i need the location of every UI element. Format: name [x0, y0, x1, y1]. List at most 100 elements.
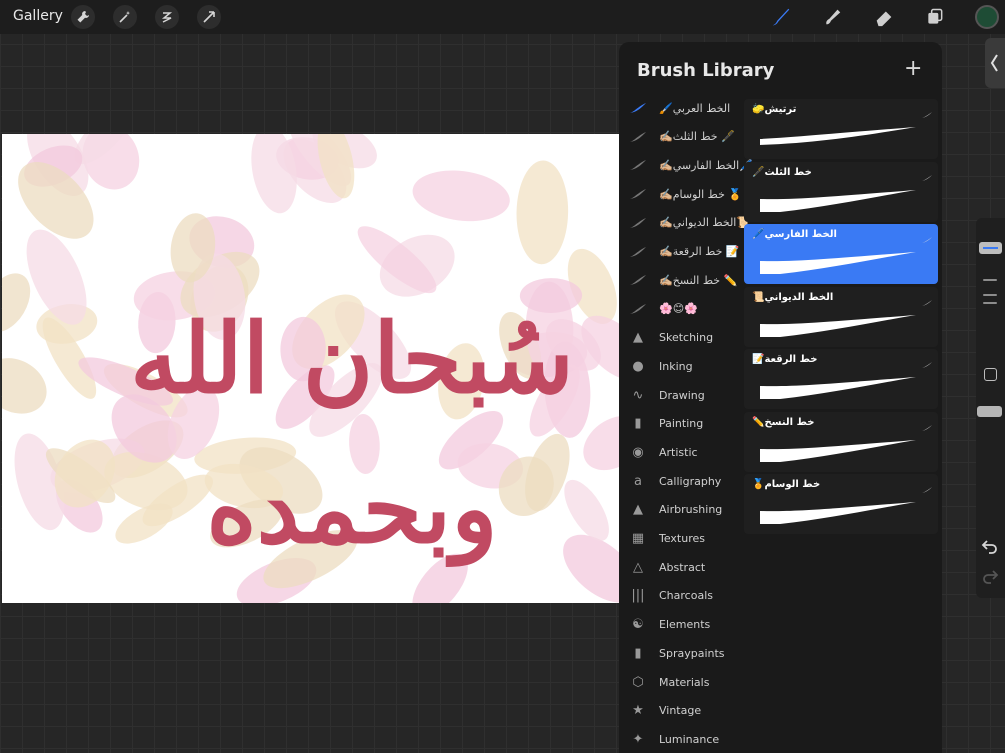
category-label: Luminance [659, 732, 720, 746]
modify-button[interactable] [984, 368, 997, 381]
add-brush-button[interactable]: + [904, 58, 922, 80]
brush-category-item[interactable]: ✦ Luminance [629, 728, 745, 750]
brush-category-item[interactable]: ● Inking [629, 355, 745, 377]
brush-category-item[interactable]: ✍🏼خط الوسام 🏅 [629, 183, 745, 205]
brush-size-indicator [983, 247, 998, 249]
magic-wand-icon[interactable] [113, 5, 137, 29]
brush-stroke-preview [758, 494, 918, 528]
brush-name: 🖋️خط الثلث [752, 166, 812, 178]
brush-stroke-preview [758, 432, 918, 466]
category-icon [629, 128, 647, 146]
brush-name: 📝خط الرقعة [752, 354, 818, 365]
category-icon: a [634, 473, 642, 489]
brush-stroke-preview [758, 307, 918, 341]
brush-category-item[interactable]: ✍🏼خط الثلث 🖋️ [629, 126, 745, 148]
category-icon: △ [633, 559, 643, 575]
gallery-button[interactable]: Gallery [13, 8, 63, 24]
category-label: Artistic [659, 445, 698, 459]
brush-category-item[interactable]: ∿ Drawing [629, 384, 745, 406]
category-label: Textures [659, 532, 705, 545]
category-icon: ◉ [632, 444, 644, 460]
brush-category-item[interactable]: ✍🏼الخط الفارسي🖊️ [629, 154, 753, 176]
category-icon [629, 271, 647, 289]
brush-stroke-preview [758, 369, 918, 403]
brush-item[interactable]: 🏅خط الوسام [744, 474, 938, 534]
brush-small-icon [922, 291, 932, 310]
brush-small-icon [922, 166, 932, 185]
category-label: Sketching [659, 331, 714, 345]
category-icon: ▦ [631, 531, 645, 546]
category-label: Elements [659, 618, 711, 632]
category-label: Inking [659, 359, 693, 373]
undo-icon[interactable] [981, 538, 999, 558]
category-icon: ▲ [633, 502, 643, 518]
selection-icon[interactable] [155, 5, 179, 29]
category-label: ✍🏼الخط الديواني📜 [659, 216, 751, 230]
brush-category-item[interactable]: a Calligraphy [629, 470, 745, 492]
brush-category-item[interactable]: ✍🏼الخط الديواني📜 [629, 212, 750, 234]
brush-category-item[interactable]: ▮ Spraypaints [629, 642, 745, 664]
category-label: ✍🏼خط الرقعة 📝 [659, 245, 740, 258]
brush-category-item[interactable]: ⬡ Materials [629, 671, 745, 693]
category-label: ✍🏼الخط الفارسي🖊️ [659, 158, 753, 172]
color-swatch[interactable] [975, 5, 999, 29]
brush-category-item[interactable]: 🖌️الخط العربي [629, 97, 745, 119]
category-label: 🌸😊🌸 [659, 302, 698, 316]
category-icon [629, 300, 647, 318]
transform-icon[interactable] [197, 5, 221, 29]
leaf-shape [412, 170, 510, 222]
brush-size-slider[interactable] [979, 242, 1002, 254]
category-icon: ● [632, 358, 644, 374]
brush-category-item[interactable]: ▲ Airbrushing [629, 499, 745, 521]
brush-stroke-preview [758, 182, 918, 216]
category-label: Calligraphy [659, 474, 722, 488]
panel-toggle-button[interactable] [985, 38, 1005, 88]
brush-category-item[interactable]: ☯ Elements [629, 614, 745, 636]
category-label: Charcoals [659, 589, 713, 603]
category-icon: ✦ [632, 731, 644, 747]
top-toolbar: Gallery [0, 0, 1005, 34]
brush-category-item[interactable]: 🌸😊🌸 [629, 298, 745, 320]
category-label: Painting [659, 417, 704, 431]
smudge-icon[interactable] [819, 4, 845, 30]
brush-category-item[interactable]: ▦ Textures [629, 528, 745, 550]
brush-category-item[interactable]: ▲ Sketching [629, 327, 745, 349]
category-icon: ||| [631, 588, 645, 604]
category-icon: ∿ [632, 387, 644, 403]
brush-library-panel: Brush Library + 🖌️الخط العربي ✍🏼خط الثلث … [619, 42, 942, 753]
brush-category-item[interactable]: ✍🏼خط الرقعة 📝 [629, 241, 745, 263]
opacity-slider[interactable] [977, 406, 1002, 417]
redo-icon[interactable] [981, 568, 999, 588]
brush-item[interactable]: 🖊️الخط الفارسي [744, 224, 938, 284]
brush-small-icon [922, 103, 932, 122]
brush-category-item[interactable]: ▮ Painting [629, 413, 745, 435]
category-icon [629, 243, 647, 261]
brush-category-item[interactable]: ||| Charcoals [629, 585, 745, 607]
brush-icon[interactable] [768, 4, 794, 30]
brush-item[interactable]: 📝خط الرقعة [744, 349, 938, 409]
wrench-icon[interactable] [71, 5, 95, 29]
brush-category-item[interactable]: ★ Vintage [629, 700, 745, 722]
brush-name: 📜الخط الديواني [752, 291, 834, 303]
brush-category-item[interactable]: ◉ Artistic [629, 441, 745, 463]
brush-item[interactable]: 🧽ترتيش [744, 99, 938, 159]
brush-small-icon [922, 353, 932, 372]
category-icon [629, 185, 647, 203]
layers-icon[interactable] [922, 4, 948, 30]
category-label: Airbrushing [659, 503, 723, 517]
drawing-canvas[interactable]: سُبحان الله وبحمده [2, 134, 620, 603]
brush-stroke-preview [758, 119, 918, 153]
category-icon: ▮ [634, 416, 642, 432]
category-label: Abstract [659, 560, 706, 574]
brush-item[interactable]: 🖋️خط الثلث [744, 161, 938, 222]
brush-item[interactable]: 📜الخط الديواني [744, 286, 938, 347]
leaf-shape [2, 358, 47, 414]
brush-category-item[interactable]: △ Abstract [629, 556, 745, 578]
category-label: ✍🏼خط الوسام 🏅 [659, 187, 743, 201]
side-toolbar [976, 218, 1005, 598]
brush-item[interactable]: ✏️خط النسخ [744, 411, 938, 472]
brush-category-item[interactable]: ✍🏼خط النسخ ✏️ [629, 269, 745, 291]
eraser-icon[interactable] [871, 4, 897, 30]
brush-small-icon [922, 416, 932, 435]
brush-library-title: Brush Library [637, 60, 775, 81]
